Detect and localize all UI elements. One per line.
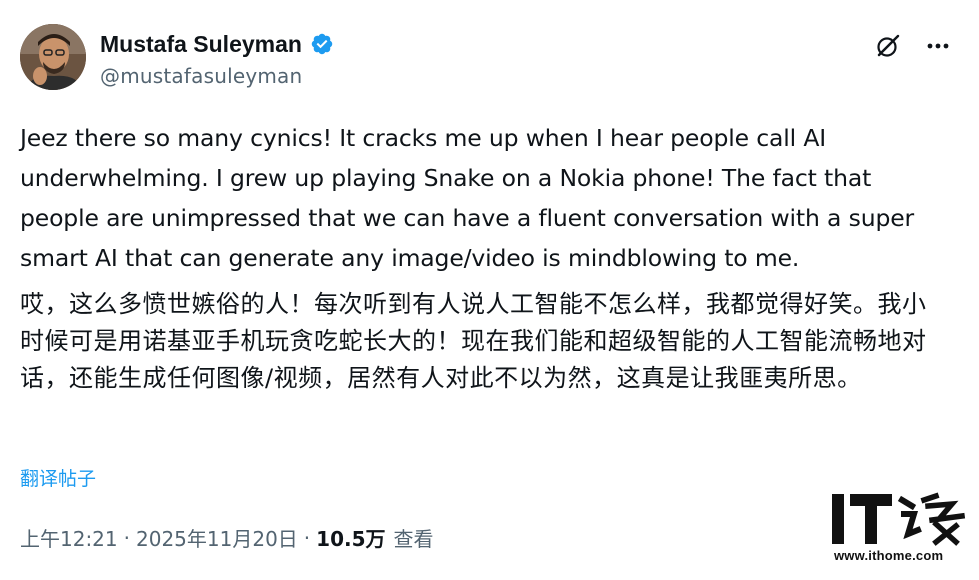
meta-separator: ·: [123, 525, 130, 550]
tweet-text-chinese: 哎，这么多愤世嫉俗的人！每次听到有人说人工智能不怎么样，我都觉得好笑。我小时候可…: [20, 290, 927, 392]
display-name[interactable]: Mustafa Suleyman: [100, 31, 302, 58]
author-handle[interactable]: @mustafasuleyman: [100, 64, 334, 88]
post-time[interactable]: 上午12:21: [20, 523, 118, 552]
ithome-url: www.ithome.com: [834, 548, 944, 563]
display-name-row: Mustafa Suleyman: [100, 28, 334, 60]
tweet: Mustafa Suleyman @mustafasuleyman Jeez t…: [0, 0, 979, 580]
more-icon[interactable]: [924, 32, 952, 60]
grok-icon[interactable]: [874, 32, 902, 60]
avatar[interactable]: [20, 24, 86, 90]
verified-badge-icon: [310, 32, 334, 56]
ithome-watermark: www.ithome.com: [832, 490, 972, 572]
tweet-meta: 上午12:21 · 2025年11月20日 · 10.5万 查看: [20, 523, 434, 552]
post-date[interactable]: 2025年11月20日: [136, 523, 298, 552]
header-actions: [874, 32, 952, 60]
views-label[interactable]: 查看: [394, 523, 434, 552]
translate-post-link[interactable]: 翻译帖子: [20, 464, 96, 491]
ithome-logo: [832, 492, 966, 546]
tweet-text-english: Jeez there so many cynics! It cracks me …: [20, 124, 915, 272]
meta-separator: ·: [303, 525, 311, 550]
views-count: 10.5万: [316, 527, 386, 551]
author-names: Mustafa Suleyman @mustafasuleyman: [100, 28, 334, 88]
tweet-header: Mustafa Suleyman @mustafasuleyman: [20, 24, 960, 94]
avatar-image: [20, 24, 86, 90]
